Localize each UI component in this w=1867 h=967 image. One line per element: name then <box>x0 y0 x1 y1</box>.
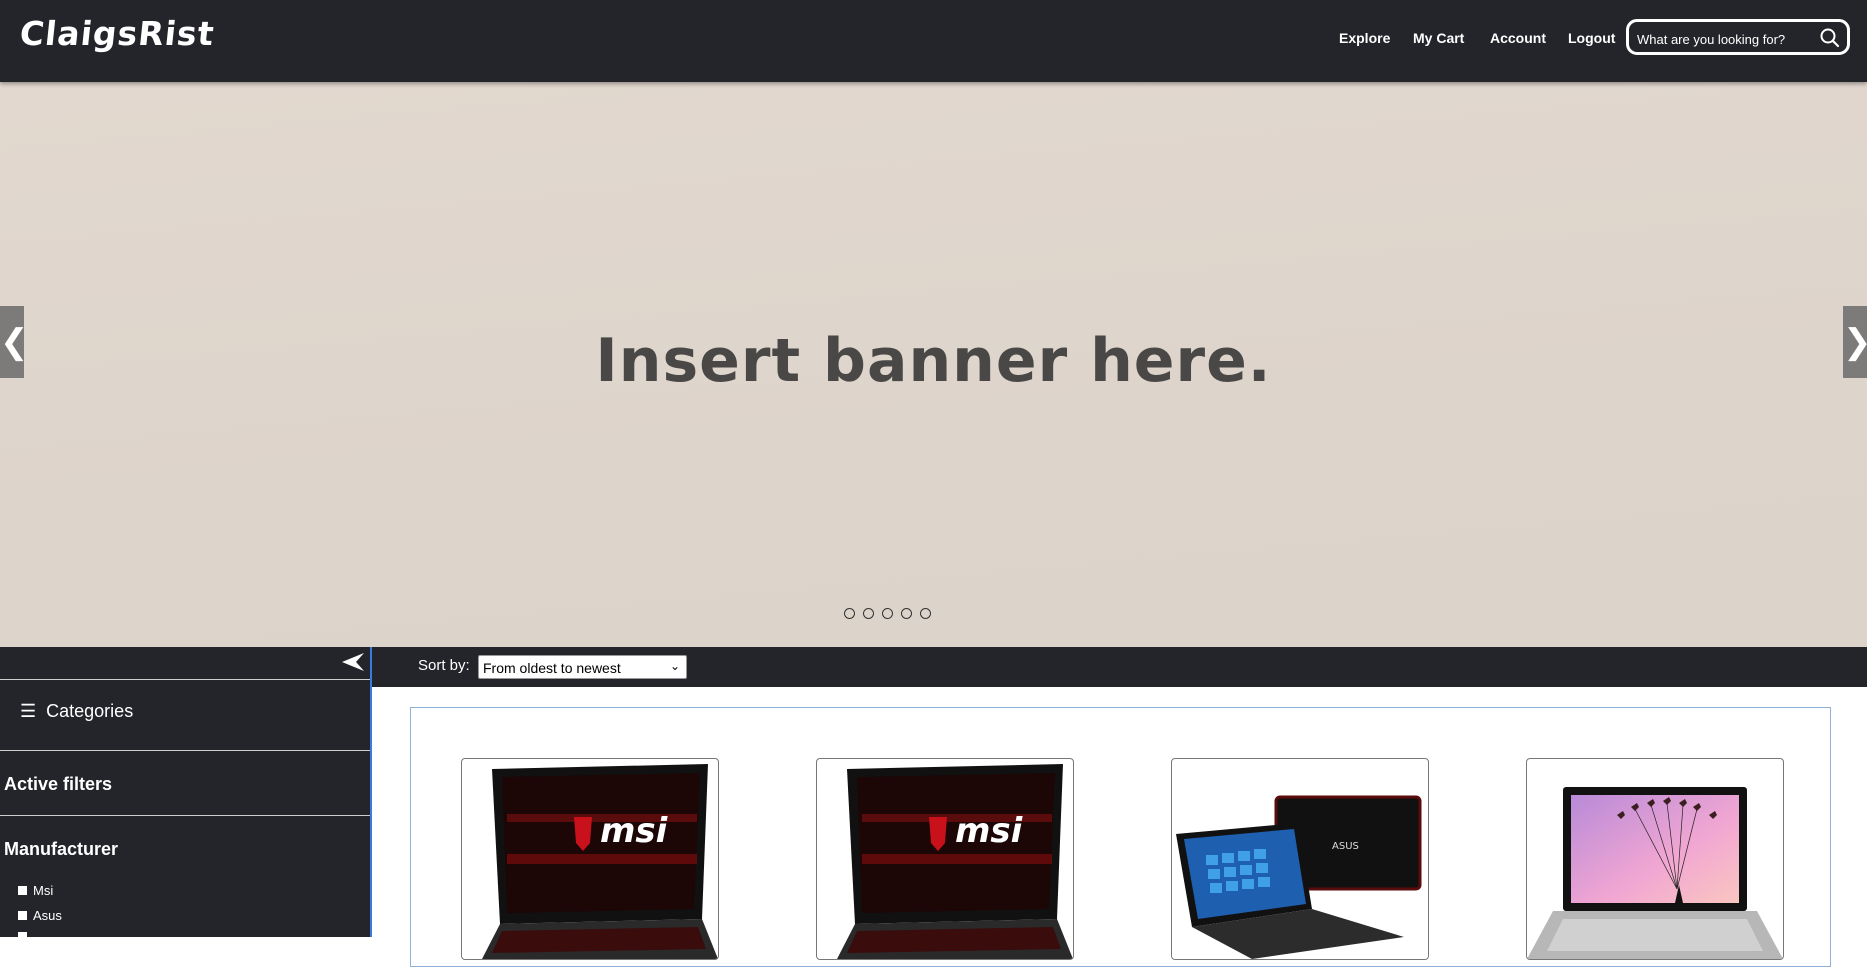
categories-toggle[interactable]: ☰ Categories <box>20 701 133 722</box>
chevron-down-icon: ⌄ <box>669 659 680 673</box>
checkbox[interactable] <box>18 911 27 920</box>
product-image-asus-laptop: ASUS <box>1176 795 1422 959</box>
sort-label: Sort by: <box>418 657 470 674</box>
product-card[interactable]: msi <box>816 758 1074 960</box>
hero-banner: Insert banner here. ❮ ❯ <box>0 82 1867 647</box>
banner-dot-4[interactable] <box>901 608 912 619</box>
banner-dot-5[interactable] <box>920 608 931 619</box>
banner-next-button[interactable]: ❯ <box>1843 306 1867 378</box>
nav-account[interactable]: Account <box>1490 30 1546 46</box>
site-logo[interactable]: ClaigsRist <box>18 14 217 53</box>
sort-select[interactable]: From oldest to newest ⌄ <box>478 655 687 679</box>
product-grid: msi msi ASUS <box>410 707 1831 967</box>
product-card[interactable]: ASUS <box>1171 758 1429 960</box>
chevron-right-icon: ❯ <box>1843 323 1867 361</box>
search-icon[interactable] <box>1819 27 1841 49</box>
sidebar-divider <box>0 750 370 751</box>
manufacturer-heading: Manufacturer <box>4 839 119 859</box>
banner-dot-2[interactable] <box>863 608 874 619</box>
banner-dot-1[interactable] <box>844 608 855 619</box>
sidebar-divider <box>0 815 370 816</box>
sort-selected-value: From oldest to newest <box>483 660 621 676</box>
banner-pagination <box>844 608 931 619</box>
manufacturer-option[interactable]: Asus <box>18 908 62 923</box>
manufacturer-option-label: Msi <box>33 883 54 898</box>
banner-dot-3[interactable] <box>882 608 893 619</box>
manufacturer-option-label: Asus <box>33 908 62 923</box>
nav-logout[interactable]: Logout <box>1568 30 1615 46</box>
msi-brand-text: msi <box>955 811 1024 851</box>
top-navbar: ClaigsRist Explore My Cart Account Logou… <box>0 0 1867 82</box>
nav-my-cart[interactable]: My Cart <box>1413 30 1464 46</box>
sidebar-divider <box>0 679 370 680</box>
search-box <box>1626 19 1850 55</box>
product-card[interactable] <box>1526 758 1784 960</box>
banner-text: Insert banner here. <box>595 326 1272 396</box>
active-filters-heading: Active filters <box>4 774 113 794</box>
product-image-msi-laptop: msi <box>837 764 1073 959</box>
manufacturer-option[interactable]: Msi <box>18 883 53 898</box>
msi-brand-text: msi <box>600 811 669 851</box>
sort-bar: Sort by: From oldest to newest ⌄ <box>372 647 1867 687</box>
banner-prev-button[interactable]: ❮ <box>0 306 29 378</box>
product-image-lenovo-laptop <box>1527 787 1783 959</box>
filter-sidebar: ☰ Categories Active filters Manufacturer … <box>0 647 372 941</box>
categories-label: Categories <box>46 701 134 721</box>
hamburger-icon: ☰ <box>20 701 37 721</box>
chevron-left-icon: ❮ <box>0 323 29 361</box>
nav-explore[interactable]: Explore <box>1339 30 1390 46</box>
product-card[interactable]: msi <box>461 758 719 960</box>
product-image-msi-laptop: msi <box>482 764 718 959</box>
asus-brand-text: ASUS <box>1332 841 1359 852</box>
collapse-sidebar-icon[interactable] <box>340 651 366 673</box>
search-input[interactable] <box>1635 28 1819 50</box>
checkbox[interactable] <box>18 886 27 895</box>
